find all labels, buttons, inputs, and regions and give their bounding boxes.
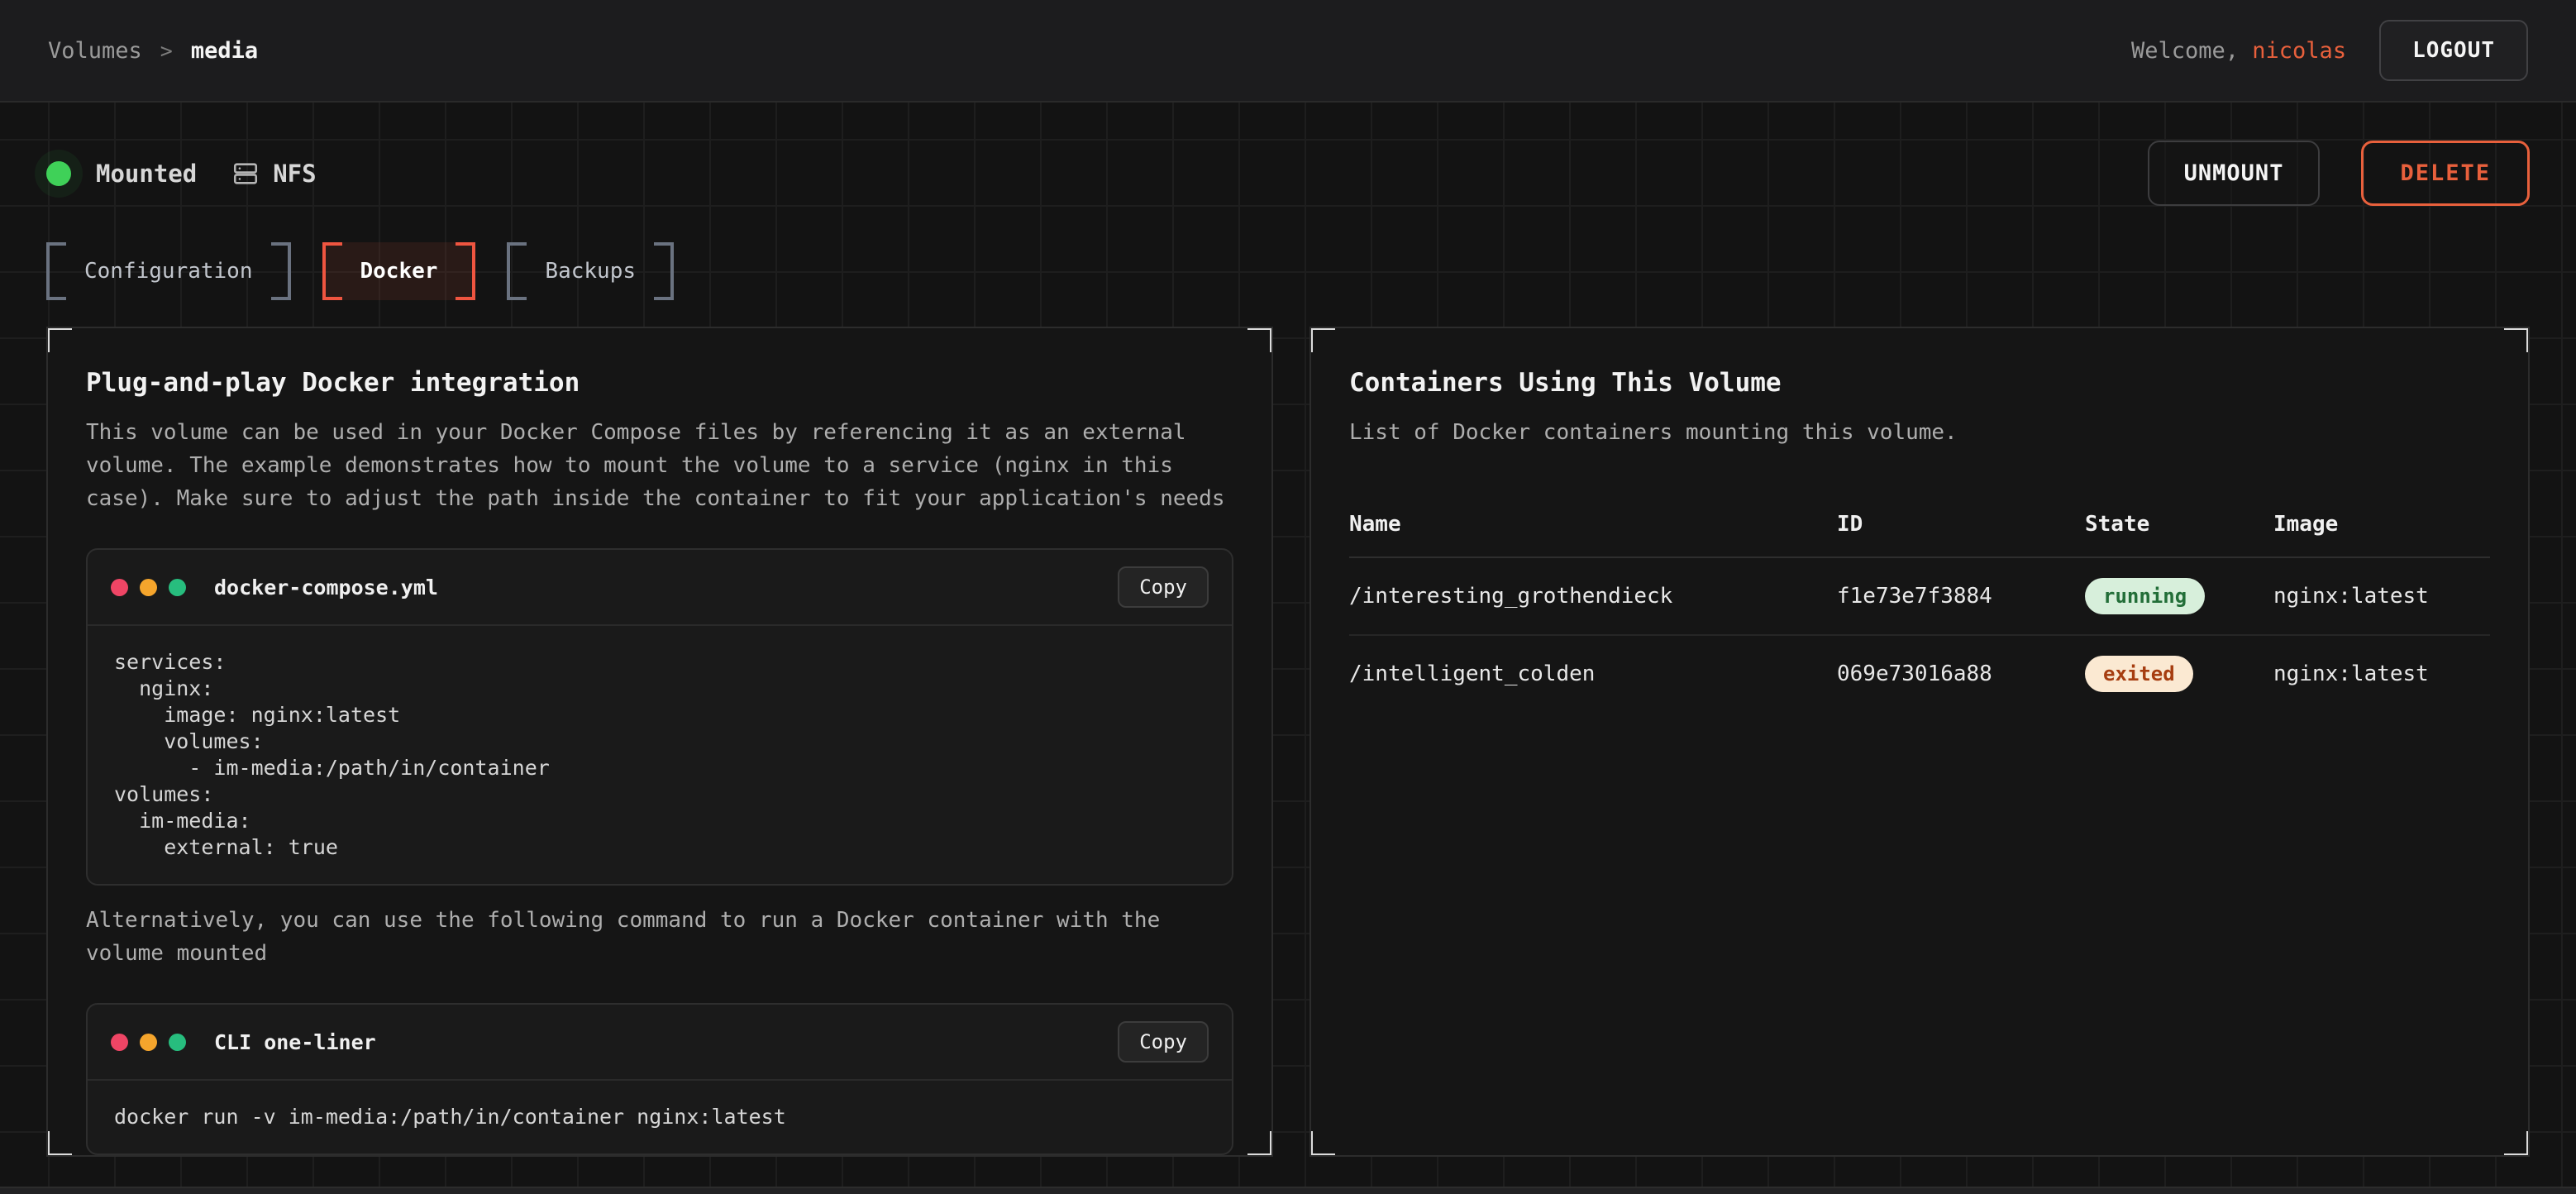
corner-accent bbox=[2504, 1131, 2530, 1157]
container-image: nginx:latest bbox=[2273, 584, 2490, 609]
container-id: 069e73016a88 bbox=[1837, 661, 2085, 686]
breadcrumb-volumes-link[interactable]: Volumes bbox=[48, 38, 142, 64]
container-state: running bbox=[2085, 578, 2273, 614]
column-header-state: State bbox=[2085, 512, 2273, 537]
docker-panel-description: This volume can be used in your Docker C… bbox=[86, 416, 1233, 515]
container-name: /interesting_grothendieck bbox=[1349, 584, 1837, 609]
status-badge-exited: exited bbox=[2085, 656, 2193, 692]
traffic-light-red-icon bbox=[111, 1034, 128, 1051]
traffic-light-amber-icon bbox=[140, 1034, 157, 1051]
traffic-lights bbox=[111, 1034, 186, 1051]
corner-accent bbox=[1247, 1131, 1273, 1157]
containers-table-body: /interesting_grothendieck f1e73e7f3884 r… bbox=[1349, 558, 2490, 712]
tab-configuration[interactable]: Configuration bbox=[46, 242, 291, 300]
column-header-image: Image bbox=[2273, 512, 2490, 537]
containers-panel-subtitle: List of Docker containers mounting this … bbox=[1349, 416, 2490, 449]
traffic-light-green-icon bbox=[169, 1034, 186, 1051]
mounted-status-dot-icon bbox=[46, 161, 71, 186]
containers-panel-title: Containers Using This Volume bbox=[1349, 368, 2490, 398]
unmount-button[interactable]: UNMOUNT bbox=[2148, 141, 2321, 206]
copy-cli-button[interactable]: Copy bbox=[1118, 1021, 1209, 1063]
breadcrumb: Volumes > media bbox=[48, 38, 258, 64]
containers-table: Name ID State Image /interesting_grothen… bbox=[1349, 497, 2490, 712]
cli-intro-text: Alternatively, you can use the following… bbox=[86, 904, 1233, 970]
breadcrumb-current-volume: media bbox=[191, 38, 258, 64]
cli-code-header: CLI one-liner Copy bbox=[88, 1005, 1232, 1081]
container-row: /interesting_grothendieck f1e73e7f3884 r… bbox=[1349, 558, 2490, 636]
compose-code-content: services: nginx: image: nginx:latest vol… bbox=[88, 626, 1232, 884]
docker-integration-panel: Plug-and-play Docker integration This vo… bbox=[46, 327, 1273, 1157]
mounted-status-label: Mounted bbox=[96, 160, 197, 188]
username: nicolas bbox=[2252, 38, 2346, 64]
cli-code-block: CLI one-liner Copy docker run -v im-medi… bbox=[86, 1003, 1233, 1155]
compose-filename: docker-compose.yml bbox=[214, 576, 438, 599]
top-bar-right: Welcome, nicolas LOGOUT bbox=[2131, 20, 2528, 81]
containers-table-header: Name ID State Image bbox=[1349, 497, 2490, 558]
status-badge-running: running bbox=[2085, 578, 2205, 614]
traffic-lights bbox=[111, 579, 186, 596]
container-name: /intelligent_colden bbox=[1349, 661, 1837, 686]
volume-actions: UNMOUNT DELETE bbox=[2148, 141, 2530, 206]
corner-accent bbox=[1309, 1131, 1335, 1157]
traffic-light-amber-icon bbox=[140, 579, 157, 596]
welcome-text: Welcome, nicolas bbox=[2131, 38, 2346, 64]
content-panels: Plug-and-play Docker integration This vo… bbox=[46, 327, 2530, 1157]
compose-code-block: docker-compose.yml Copy services: nginx:… bbox=[86, 548, 1233, 886]
volume-status: Mounted NFS bbox=[46, 160, 317, 188]
chevron-right-icon: > bbox=[160, 39, 173, 63]
corner-accent bbox=[2504, 327, 2530, 352]
containers-panel: Containers Using This Volume List of Doc… bbox=[1309, 327, 2530, 1157]
column-header-id: ID bbox=[1837, 512, 2085, 537]
cli-title: CLI one-liner bbox=[214, 1030, 376, 1054]
compose-code-header: docker-compose.yml Copy bbox=[88, 550, 1232, 626]
column-header-name: Name bbox=[1349, 512, 1837, 537]
corner-accent bbox=[46, 327, 72, 352]
container-image: nginx:latest bbox=[2273, 661, 2490, 686]
traffic-light-red-icon bbox=[111, 579, 128, 596]
driver-info: NFS bbox=[231, 160, 316, 188]
delete-button[interactable]: DELETE bbox=[2361, 141, 2530, 206]
server-stack-icon bbox=[231, 160, 260, 188]
bottom-grid-strip bbox=[0, 1187, 2576, 1194]
main-area: Mounted NFS UNMOUNT DELETE Configuration… bbox=[0, 103, 2576, 1194]
tab-backups[interactable]: Backups bbox=[507, 242, 674, 300]
cli-code-content: docker run -v im-media:/path/in/containe… bbox=[88, 1081, 1232, 1153]
corner-accent bbox=[46, 1131, 72, 1157]
welcome-prefix: Welcome, bbox=[2131, 38, 2252, 64]
corner-accent bbox=[1247, 327, 1273, 352]
tab-bar: Configuration Docker Backups bbox=[46, 242, 2530, 300]
container-id: f1e73e7f3884 bbox=[1837, 584, 2085, 609]
top-bar: Volumes > media Welcome, nicolas LOGOUT bbox=[0, 0, 2576, 103]
corner-accent bbox=[1309, 327, 1335, 352]
container-row: /intelligent_colden 069e73016a88 exited … bbox=[1349, 636, 2490, 712]
volume-status-row: Mounted NFS UNMOUNT DELETE bbox=[46, 103, 2530, 206]
traffic-light-green-icon bbox=[169, 579, 186, 596]
tab-docker[interactable]: Docker bbox=[322, 242, 476, 300]
driver-label: NFS bbox=[273, 160, 316, 188]
container-state: exited bbox=[2085, 656, 2273, 692]
logout-button[interactable]: LOGOUT bbox=[2379, 20, 2528, 81]
docker-panel-title: Plug-and-play Docker integration bbox=[86, 368, 1233, 398]
copy-compose-button[interactable]: Copy bbox=[1118, 566, 1209, 608]
